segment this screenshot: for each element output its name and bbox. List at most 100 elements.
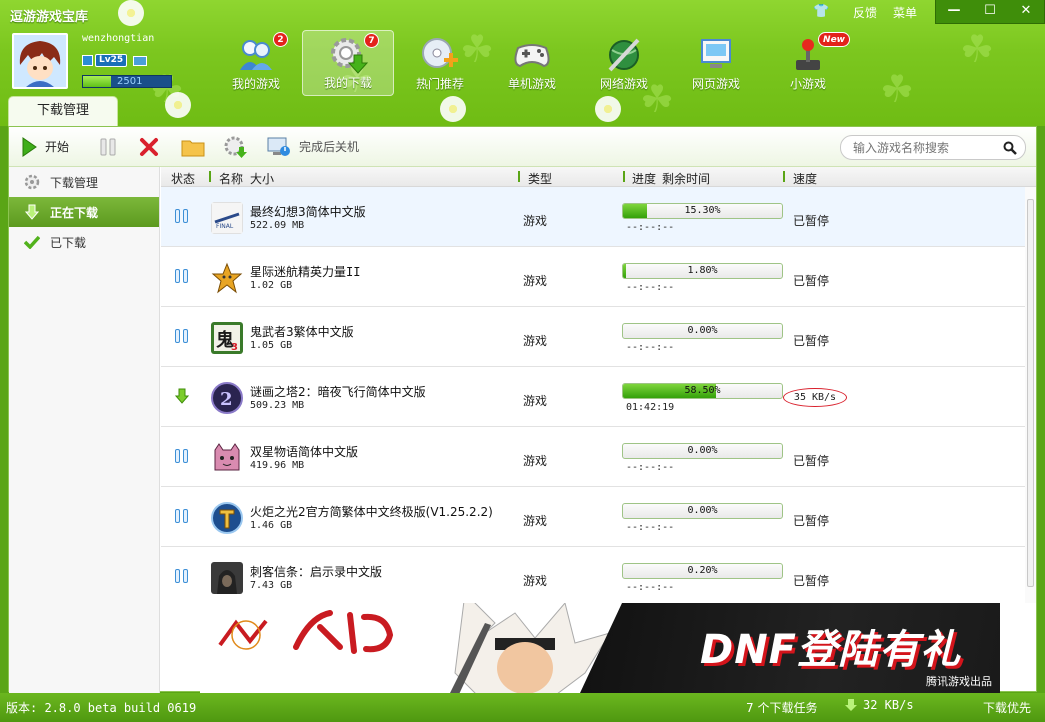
scroll-thumb[interactable] xyxy=(1027,199,1034,587)
avatar[interactable] xyxy=(12,33,68,89)
game-type: 游戏 xyxy=(523,454,548,468)
flower-decoration xyxy=(165,92,191,118)
nav-badge-new: New xyxy=(818,32,850,47)
table-row[interactable]: 星际迷航精英力量II 1.02 GB 游戏 1.80% --:--:-- 已暂停 xyxy=(161,247,1036,307)
ad-banner[interactable]: DNF登陆有礼 腾讯游戏出品 xyxy=(200,603,1000,693)
nav-label: 我的游戏 xyxy=(231,77,280,91)
list-scrollbar[interactable] xyxy=(1025,187,1036,603)
close-button[interactable]: ✕ xyxy=(1008,0,1044,23)
nav-web[interactable]: 网页游戏 xyxy=(670,30,762,96)
settings-button[interactable] xyxy=(223,132,249,162)
delete-icon xyxy=(140,137,159,156)
col-size[interactable]: 大小 xyxy=(250,170,274,187)
mail-icon[interactable] xyxy=(133,55,148,66)
game-icon-assassins-creed xyxy=(211,562,243,594)
remaining-time: --:--:-- xyxy=(626,342,675,353)
nav-single[interactable]: 单机游戏 xyxy=(486,30,578,96)
nav-label: 热门推荐 xyxy=(415,77,464,91)
sidebar-item-download-manager[interactable]: 下载管理 xyxy=(9,167,159,197)
paused-status-icon[interactable] xyxy=(175,569,189,583)
nav-hot[interactable]: 热门推荐 xyxy=(394,30,486,96)
titlebar-controls: 👕 反馈 菜单 — ☐ ✕ xyxy=(813,0,1045,24)
banner-brand-mark xyxy=(290,607,400,666)
game-name: 火炬之光2官方简繁体中文终极版(V1.25.2.2) xyxy=(250,505,493,519)
game-size: 1.02 GB xyxy=(250,280,293,291)
nav-mini[interactable]: New 小游戏 xyxy=(762,30,854,96)
col-progress[interactable]: 进度 xyxy=(632,170,656,187)
paused-status-icon[interactable] xyxy=(175,509,189,523)
paused-status-icon[interactable] xyxy=(175,329,189,343)
delete-button[interactable] xyxy=(139,132,159,162)
sidebar-item-downloaded[interactable]: 已下载 xyxy=(9,227,159,257)
nav-label: 单机游戏 xyxy=(507,77,556,91)
nav-my-games[interactable]: 2 我的游戏 xyxy=(210,30,302,96)
remaining-time: --:--:-- xyxy=(626,222,675,233)
tab-download-manager[interactable]: 下载管理 xyxy=(8,96,118,126)
minimize-button[interactable]: — xyxy=(936,0,972,23)
col-remaining[interactable]: 剩余时间 xyxy=(662,170,710,187)
folder-icon xyxy=(181,140,205,156)
game-size: 1.46 GB xyxy=(250,520,293,531)
open-folder-button[interactable] xyxy=(181,132,205,162)
progress-text: 0.00% xyxy=(687,445,718,456)
app-header: ☘ ☘ ☘ ☘ ☘ ☘ 逗游游戏宝库 👕 反馈 菜单 — ☐ ✕ wenzhon… xyxy=(0,0,1045,126)
monitor-power-icon xyxy=(267,137,291,156)
game-type: 游戏 xyxy=(523,394,548,408)
avatar-image xyxy=(14,35,66,87)
sidebar-item-downloading[interactable]: 正在下载 xyxy=(9,197,159,227)
game-type: 游戏 xyxy=(523,214,548,228)
shirt-icon[interactable]: 👕 xyxy=(813,5,829,19)
banner-credit: 腾讯游戏出品 xyxy=(926,675,992,688)
svg-text:3: 3 xyxy=(231,342,238,353)
download-priority-toggle[interactable]: 下载优先 xyxy=(983,699,1031,716)
shutdown-after-complete-button[interactable]: 完成后关机 xyxy=(267,132,359,162)
nav-my-downloads[interactable]: 7 我的下载 xyxy=(302,30,394,96)
main-nav: 2 我的游戏 7 我的下载 热门推荐 单机游戏 网络游戏 网页游戏 New 小游… xyxy=(210,30,854,96)
col-type[interactable]: 类型 xyxy=(528,170,552,187)
gamepad-icon xyxy=(512,34,552,74)
speed-status: 已暂停 xyxy=(793,514,830,528)
pause-icon xyxy=(100,138,116,155)
game-name: 最终幻想3简体中文版 xyxy=(250,205,366,219)
table-row[interactable]: 鬼3 鬼武者3繁体中文版 1.05 GB 游戏 0.00% --:--:-- 已… xyxy=(161,307,1036,367)
search-input[interactable] xyxy=(853,140,1003,155)
sidebar: 下载管理 正在下载 已下载 xyxy=(9,167,160,693)
progress-bar: 15.30% xyxy=(622,203,783,219)
game-name: 鬼武者3繁体中文版 xyxy=(250,325,354,339)
toolbar: 开始 完成后关机 xyxy=(9,127,1036,167)
downloading-status-icon[interactable] xyxy=(175,388,189,404)
game-icon-star-trek xyxy=(211,262,243,294)
maximize-button[interactable]: ☐ xyxy=(972,0,1008,23)
speed-status: 已暂停 xyxy=(793,454,830,468)
table-row[interactable]: FINAL 最终幻想3简体中文版 522.09 MB 游戏 15.30% --:… xyxy=(161,187,1036,247)
username: wenzhongtian xyxy=(82,33,155,44)
col-speed[interactable]: 速度 xyxy=(793,170,817,187)
progress-text: 0.00% xyxy=(687,325,718,336)
col-name[interactable]: 名称 xyxy=(219,170,243,187)
table-row[interactable]: 2 谜画之塔2：暗夜飞行简体中文版 509.23 MB 游戏 58.50% 01… xyxy=(161,367,1036,427)
download-list: 状态 名称 大小 类型 进度 剩余时间 速度 FINAL 最终幻想3简体中文版 … xyxy=(161,167,1036,603)
search-icon[interactable] xyxy=(1003,141,1017,155)
paused-status-icon[interactable] xyxy=(175,269,189,283)
col-status[interactable]: 状态 xyxy=(171,170,195,187)
game-name: 谜画之塔2：暗夜飞行简体中文版 xyxy=(250,385,426,399)
table-row[interactable]: 刺客信条：启示录中文版 7.43 GB 游戏 0.20% --:--:-- 已暂… xyxy=(161,547,1036,603)
nav-online[interactable]: 网络游戏 xyxy=(578,30,670,96)
paused-status-icon[interactable] xyxy=(175,209,189,223)
remaining-time: --:--:-- xyxy=(626,282,675,293)
table-row[interactable]: 双星物语简体中文版 419.96 MB 游戏 0.00% --:--:-- 已暂… xyxy=(161,427,1036,487)
start-button[interactable]: 开始 xyxy=(21,132,69,162)
menu-link[interactable]: 菜单 xyxy=(893,4,917,21)
sidebar-item-label: 下载管理 xyxy=(50,175,99,190)
pause-button[interactable] xyxy=(99,132,117,162)
level-badge: Lv25 xyxy=(82,54,148,67)
download-speed: 35 KB/s xyxy=(783,388,847,407)
feedback-link[interactable]: 反馈 xyxy=(853,4,877,21)
game-icon-torchlight xyxy=(211,502,243,534)
nav-label: 网页游戏 xyxy=(691,77,740,91)
progress-bar: 58.50% xyxy=(622,383,783,399)
main-panel: 开始 完成后关机 下载管理 xyxy=(8,126,1037,693)
paused-status-icon[interactable] xyxy=(175,449,189,463)
table-row[interactable]: 火炬之光2官方简繁体中文终极版(V1.25.2.2) 1.46 GB 游戏 0.… xyxy=(161,487,1036,547)
total-speed-value: 32 KB/s xyxy=(863,698,914,712)
